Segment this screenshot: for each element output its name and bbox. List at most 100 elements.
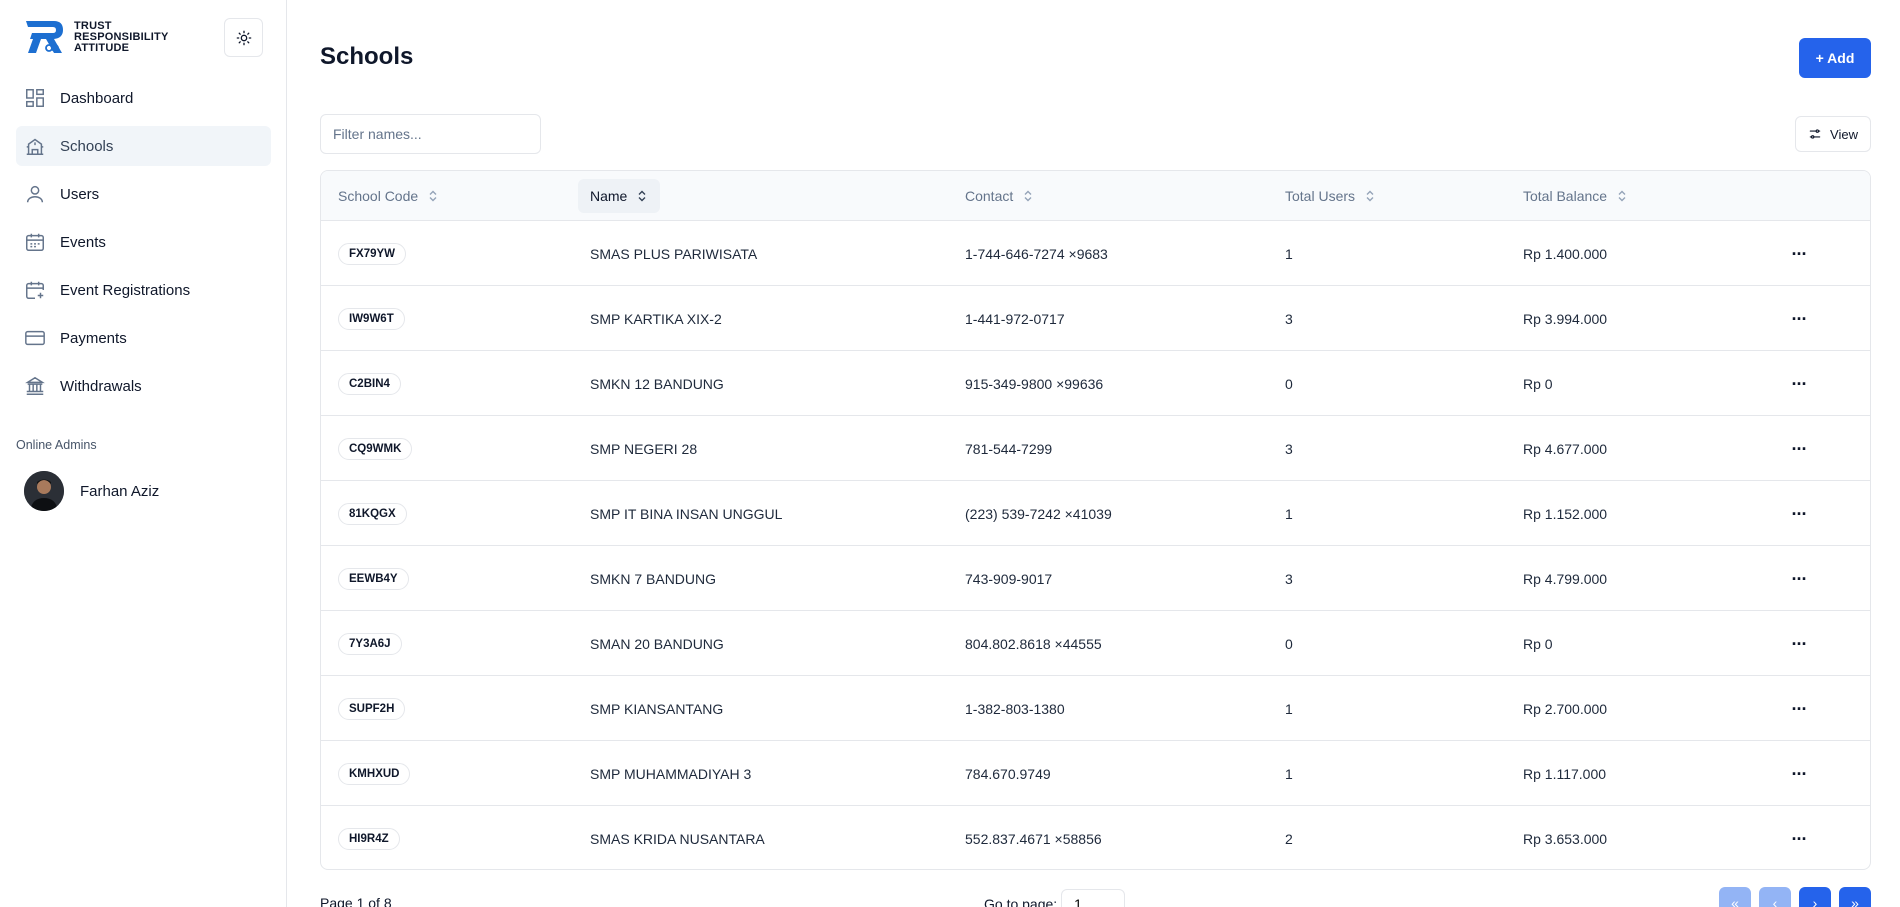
chevrons-left-icon: «: [1731, 895, 1739, 907]
table-row: FX79YW SMAS PLUS PARIWISATA 1-744-646-72…: [321, 221, 1870, 286]
sidebar-item-event-registrations[interactable]: Event Registrations: [16, 270, 271, 310]
brand-line-1: TRUST: [74, 19, 112, 32]
view-options-button[interactable]: View: [1795, 116, 1871, 152]
row-actions-button[interactable]: ···: [1786, 241, 1812, 267]
column-header-label: Total Balance: [1523, 188, 1608, 204]
sidebar-item-users[interactable]: Users: [16, 174, 271, 214]
first-page-button[interactable]: «: [1719, 887, 1751, 907]
row-actions-button[interactable]: ···: [1786, 826, 1812, 852]
school-code-cell: HI9R4Z: [338, 806, 400, 869]
sidebar-item-withdrawals[interactable]: Withdrawals: [16, 366, 271, 406]
more-horizontal-icon: ···: [1791, 438, 1808, 459]
schools-table: School Code Name Contact Total Users Tot…: [320, 170, 1871, 870]
row-actions-button[interactable]: ···: [1786, 631, 1812, 657]
total-users-cell: 0: [1285, 375, 1293, 392]
total-users-cell: 2: [1285, 830, 1293, 847]
filter-names-input[interactable]: [320, 114, 541, 154]
total-users-cell: 0: [1285, 635, 1293, 652]
row-actions-button[interactable]: ···: [1786, 566, 1812, 592]
sidebar-item-dashboard[interactable]: Dashboard: [16, 78, 271, 118]
admin-name: Farhan Aziz: [80, 482, 160, 500]
page-info: Page 1 of 8: [320, 895, 392, 907]
theme-toggle-button[interactable]: [224, 18, 263, 57]
school-icon: [26, 138, 44, 155]
sidebar-item-label: Users: [60, 185, 100, 203]
last-page-button[interactable]: »: [1839, 887, 1871, 907]
table-row: 81KQGX SMP IT BINA INSAN UNGGUL (223) 53…: [321, 481, 1870, 546]
school-code-badge: 81KQGX: [338, 502, 407, 525]
total-users-cell: 3: [1285, 570, 1293, 587]
column-header-label: Contact: [965, 188, 1014, 204]
school-name-cell: SMAN 20 BANDUNG: [590, 635, 724, 652]
row-actions-button[interactable]: ···: [1786, 696, 1812, 722]
sidebar-item-label: Dashboard: [60, 89, 134, 107]
chevron-left-icon: ‹: [1772, 895, 1778, 907]
calendar-plus-icon: [26, 281, 44, 299]
contact-cell: 915-349-9800 ×99636: [965, 375, 1104, 392]
school-code-badge: FX79YW: [338, 242, 407, 265]
total-balance-cell: Rp 0: [1523, 635, 1553, 652]
brand[interactable]: TRUST RESPONSIBILITY ATTITUDE: [24, 18, 168, 56]
sidebar-item-schools[interactable]: Schools: [16, 126, 271, 166]
row-actions-button[interactable]: ···: [1786, 501, 1812, 527]
school-code-badge: EEWB4Y: [338, 567, 409, 590]
sidebar-item-events[interactable]: Events: [16, 222, 271, 262]
contact-cell: 1-382-803-1380: [965, 700, 1065, 717]
chevron-right-icon: ›: [1812, 895, 1818, 907]
brand-logo-icon: [26, 21, 63, 53]
online-admin-item[interactable]: Farhan Aziz: [24, 471, 159, 511]
add-school-button[interactable]: + Add: [1799, 38, 1871, 78]
goto-page: Go to page:: [984, 889, 1126, 907]
school-code-cell: SUPF2H: [338, 676, 406, 741]
column-header-contact[interactable]: Contact: [965, 171, 1034, 221]
contact-cell: 552.837.4671 ×58856: [965, 830, 1102, 847]
contact-cell: 781-544-7299: [965, 440, 1053, 457]
column-header-school-code[interactable]: School Code: [338, 171, 439, 221]
brand-line-3: ATTITUDE: [74, 41, 130, 54]
school-code-badge: CQ9WMK: [338, 437, 413, 460]
school-name-cell: SMAS KRIDA NUSANTARA: [590, 830, 765, 847]
chevrons-right-icon: »: [1851, 895, 1859, 907]
total-balance-cell: Rp 0: [1523, 375, 1553, 392]
more-horizontal-icon: ···: [1791, 243, 1808, 264]
dashboard-icon: [26, 89, 44, 107]
row-actions-button[interactable]: ···: [1786, 761, 1812, 787]
user-icon: [26, 185, 44, 203]
avatar: [24, 471, 64, 511]
school-name-cell: SMP NEGERI 28: [590, 440, 698, 457]
pagination-controls: « ‹ › »: [1719, 887, 1871, 907]
goto-page-label: Go to page:: [984, 896, 1058, 907]
school-code-cell: C2BIN4: [338, 351, 401, 416]
previous-page-button[interactable]: ‹: [1759, 887, 1791, 907]
column-header-name[interactable]: Name: [578, 179, 661, 213]
total-users-cell: 1: [1285, 700, 1293, 717]
column-header-total-users[interactable]: Total Users: [1285, 171, 1376, 221]
school-code-cell: EEWB4Y: [338, 546, 409, 611]
sidebar-item-payments[interactable]: Payments: [16, 318, 271, 358]
school-code-cell: 81KQGX: [338, 481, 407, 546]
column-header-label: Total Users: [1285, 188, 1356, 204]
sort-icon: [1024, 190, 1032, 202]
total-balance-cell: Rp 1.152.000: [1523, 505, 1608, 522]
contact-cell: 804.802.8618 ×44555: [965, 635, 1102, 652]
column-header-total-balance[interactable]: Total Balance: [1523, 171, 1628, 221]
school-name-cell: SMP KARTIKA XIX-2: [590, 310, 722, 327]
next-page-button[interactable]: ›: [1799, 887, 1831, 907]
contact-cell: 1-744-646-7274 ×9683: [965, 245, 1108, 262]
total-balance-cell: Rp 4.677.000: [1523, 440, 1608, 457]
row-actions-button[interactable]: ···: [1786, 306, 1812, 332]
table-row: EEWB4Y SMKN 7 BANDUNG 743-909-9017 3 Rp …: [321, 546, 1870, 611]
total-balance-cell: Rp 1.400.000: [1523, 245, 1608, 262]
total-users-cell: 1: [1285, 765, 1293, 782]
row-actions-button[interactable]: ···: [1786, 371, 1812, 397]
contact-cell: (223) 539-7242 ×41039: [965, 505, 1112, 522]
sort-icon: [429, 190, 437, 202]
more-horizontal-icon: ···: [1791, 503, 1808, 524]
school-code-cell: KMHXUD: [338, 741, 411, 806]
school-code-badge: HI9R4Z: [338, 827, 400, 850]
calendar-icon: [26, 233, 44, 251]
goto-page-input[interactable]: [1061, 889, 1126, 907]
more-horizontal-icon: ···: [1791, 373, 1808, 394]
total-users-cell: 1: [1285, 245, 1293, 262]
row-actions-button[interactable]: ···: [1786, 436, 1812, 462]
